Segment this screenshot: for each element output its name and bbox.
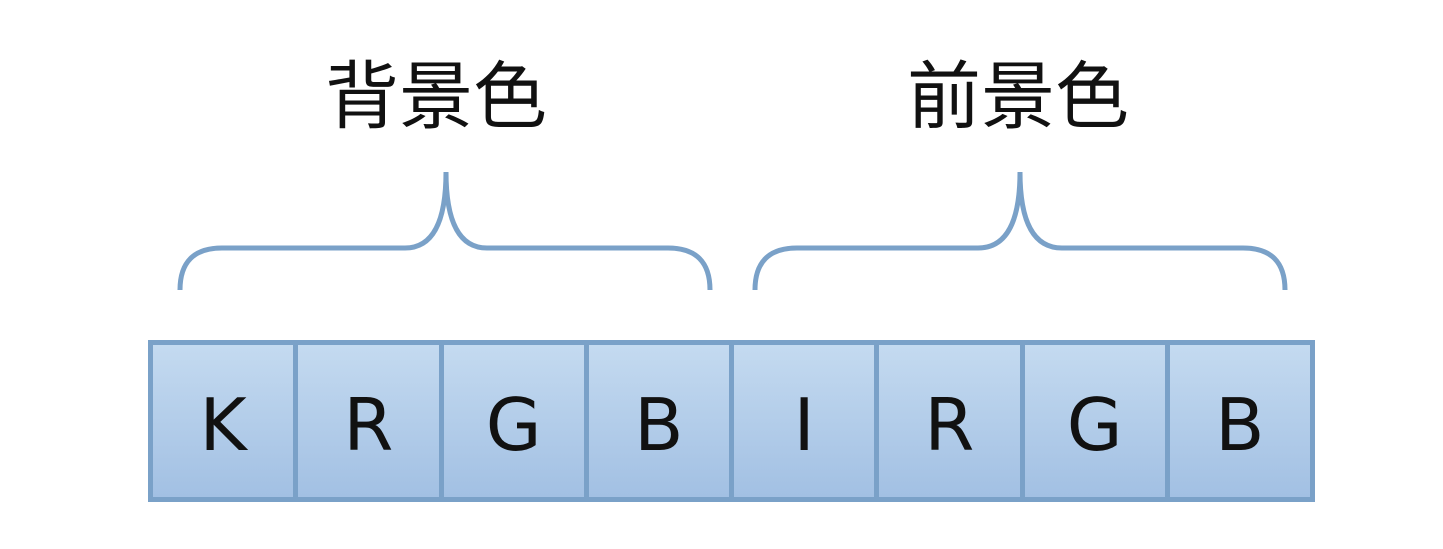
bit-cell-i: I: [734, 345, 880, 497]
bit-cell-g-fg: G: [1025, 345, 1170, 497]
bit-cell-b-fg: B: [1215, 383, 1265, 467]
bit-cell-g-bg: G: [444, 345, 589, 497]
bit-cell-k: K: [153, 345, 299, 497]
bit-row: K R G B I R G B: [148, 340, 1315, 502]
bit-cell-b-bg: B: [589, 345, 734, 497]
bit-cell-r-fg: R: [879, 345, 1025, 497]
background-brace: [177, 171, 713, 291]
foreground-brace: [752, 171, 1288, 291]
bit-cell-r-bg: R: [298, 345, 444, 497]
